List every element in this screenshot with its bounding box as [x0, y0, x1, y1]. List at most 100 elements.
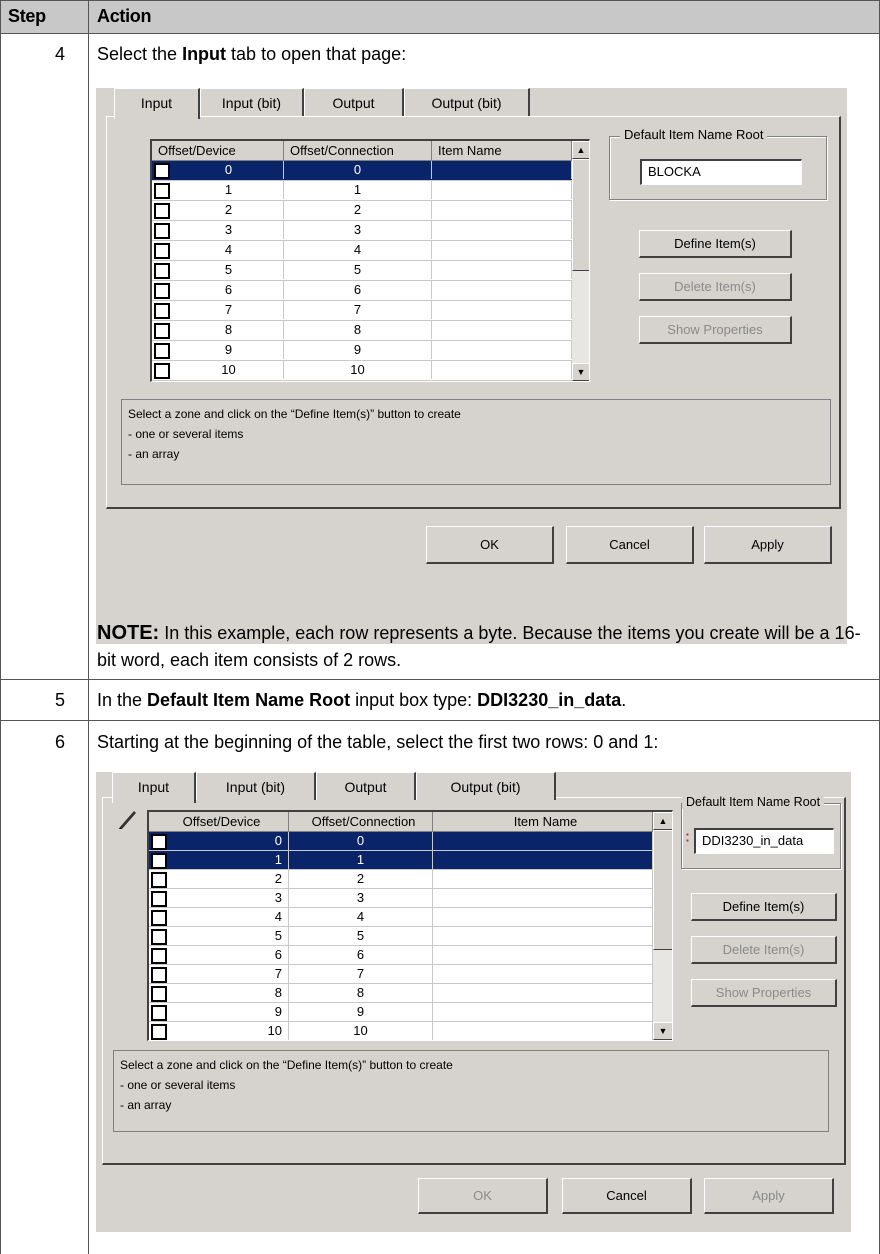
table-cell-connection: 0 — [284, 161, 432, 179]
mapping-dialog-1: Offset/Device Offset/Connection Item Nam… — [96, 88, 847, 644]
ok-button[interactable]: OK — [426, 526, 554, 564]
column-header[interactable]: Offset/Connection — [284, 141, 432, 161]
group-label: Default Item Name Root — [682, 795, 825, 809]
ok-button[interactable]: OK — [418, 1178, 548, 1214]
apply-button[interactable]: Apply — [704, 1178, 834, 1214]
column-header[interactable]: Item Name — [433, 812, 653, 832]
table-cell-device: 9 — [171, 1003, 289, 1021]
row-checkbox[interactable] — [154, 223, 170, 239]
row-checkbox[interactable] — [154, 243, 170, 259]
scroll-down-icon[interactable]: ▼ — [572, 363, 589, 381]
table-row[interactable]: 44 — [149, 908, 653, 927]
scroll-up-icon[interactable]: ▲ — [572, 141, 589, 159]
column-header[interactable]: Offset/Device — [152, 141, 284, 161]
table-row[interactable]: 11 — [152, 181, 572, 201]
table-row[interactable]: 77 — [149, 965, 653, 984]
table-border-row5 — [0, 679, 880, 680]
table-row[interactable]: 77 — [152, 301, 572, 321]
tab-output-bit[interactable]: Output (bit) — [416, 772, 556, 800]
show-properties-button[interactable]: Show Properties — [691, 979, 837, 1007]
table-row[interactable]: 33 — [152, 221, 572, 241]
step-number: 6 — [54, 732, 65, 752]
table-row[interactable]: 99 — [152, 341, 572, 361]
cancel-button[interactable]: Cancel — [566, 526, 694, 564]
table-cell-device: 3 — [171, 889, 289, 907]
items-grid[interactable]: Offset/Device Offset/Connection Item Nam… — [150, 139, 590, 382]
table-cell-device: 8 — [174, 321, 284, 339]
tab-input[interactable]: Input — [114, 88, 200, 119]
tab-output[interactable]: Output — [316, 772, 416, 800]
scroll-thumb[interactable] — [653, 830, 672, 950]
row-checkbox[interactable] — [151, 891, 167, 907]
table-cell-name — [433, 832, 653, 850]
note-paragraph: NOTE: In this example, each row represen… — [97, 622, 861, 670]
apply-button[interactable]: Apply — [704, 526, 832, 564]
row-checkbox[interactable] — [151, 929, 167, 945]
table-row[interactable]: 33 — [149, 889, 653, 908]
row-checkbox[interactable] — [154, 303, 170, 319]
table-row[interactable]: 00 — [149, 832, 653, 851]
column-header[interactable]: Item Name — [432, 141, 572, 161]
table-row[interactable]: 44 — [152, 241, 572, 261]
row-checkbox[interactable] — [151, 1005, 167, 1021]
delete-items-button[interactable]: Delete Item(s) — [691, 936, 837, 964]
table-row[interactable]: 22 — [149, 870, 653, 889]
table-row[interactable]: 55 — [149, 927, 653, 946]
table-row[interactable]: 88 — [152, 321, 572, 341]
tab-input[interactable]: Input — [112, 772, 196, 803]
row-checkbox[interactable] — [151, 967, 167, 983]
tab-input-bit[interactable]: Input (bit) — [200, 88, 304, 116]
table-row[interactable]: 11 — [149, 851, 653, 870]
table-row[interactable]: 10 10 — [149, 1022, 653, 1040]
scroll-up-icon[interactable]: ▲ — [653, 812, 672, 830]
name-root-input[interactable]: BLOCKA — [640, 159, 802, 185]
items-grid[interactable]: Offset/Device Offset/Connection Item Nam… — [147, 810, 673, 1041]
delete-items-button[interactable]: Delete Item(s) — [639, 273, 792, 301]
scroll-thumb[interactable] — [572, 159, 589, 271]
column-header[interactable]: Offset/Device — [149, 812, 289, 832]
define-items-button[interactable]: Define Item(s) — [639, 230, 792, 258]
vertical-scrollbar[interactable]: ▲ ▼ — [653, 812, 672, 1040]
table-cell-device: 4 — [174, 241, 284, 259]
scroll-down-icon[interactable]: ▼ — [653, 1022, 672, 1040]
table-cell-connection: 3 — [284, 221, 432, 239]
table-cell-connection: 1 — [284, 181, 432, 199]
tab-input-bit[interactable]: Input (bit) — [196, 772, 316, 800]
table-row[interactable]: 66 — [149, 946, 653, 965]
row-checkbox[interactable] — [154, 283, 170, 299]
row-checkbox[interactable] — [151, 910, 167, 926]
row-checkbox[interactable] — [151, 853, 167, 869]
table-row[interactable]: 22 — [152, 201, 572, 221]
row-checkbox[interactable] — [154, 343, 170, 359]
row-checkbox[interactable] — [154, 183, 170, 199]
action-column-header: Action — [97, 6, 152, 26]
tab-output[interactable]: Output — [304, 88, 404, 116]
row-checkbox[interactable] — [151, 986, 167, 1002]
row-checkbox[interactable] — [151, 834, 167, 850]
name-root-input[interactable]: DDI3230_in_data — [694, 828, 834, 854]
row-checkbox[interactable] — [154, 203, 170, 219]
row-checkbox[interactable] — [151, 1024, 167, 1040]
tab-output-bit[interactable]: Output (bit) — [404, 88, 530, 116]
row-checkbox[interactable] — [154, 263, 170, 279]
table-border-left — [0, 0, 1, 1254]
column-header[interactable]: Offset/Connection — [289, 812, 433, 832]
table-row[interactable]: 99 — [149, 1003, 653, 1022]
cancel-button[interactable]: Cancel — [562, 1178, 692, 1214]
vertical-scrollbar[interactable]: ▲ ▼ — [572, 141, 589, 381]
row-checkbox[interactable] — [154, 323, 170, 339]
table-row[interactable]: 88 — [149, 984, 653, 1003]
tab-panel: Offset/Device Offset/Connection Item Nam… — [106, 116, 841, 509]
row-checkbox[interactable] — [151, 948, 167, 964]
row-checkbox[interactable] — [151, 872, 167, 888]
table-cell-name — [433, 851, 653, 869]
row-checkbox[interactable] — [154, 363, 170, 379]
table-row[interactable]: 00 — [152, 161, 572, 181]
define-items-button[interactable]: Define Item(s) — [691, 893, 837, 921]
table-row[interactable]: 55 — [152, 261, 572, 281]
table-row[interactable]: 66 — [152, 281, 572, 301]
show-properties-button[interactable]: Show Properties — [639, 316, 792, 344]
table-row[interactable]: 10 10 — [152, 361, 572, 381]
row-checkbox[interactable] — [154, 163, 170, 179]
table-cell-connection: 6 — [289, 946, 433, 964]
